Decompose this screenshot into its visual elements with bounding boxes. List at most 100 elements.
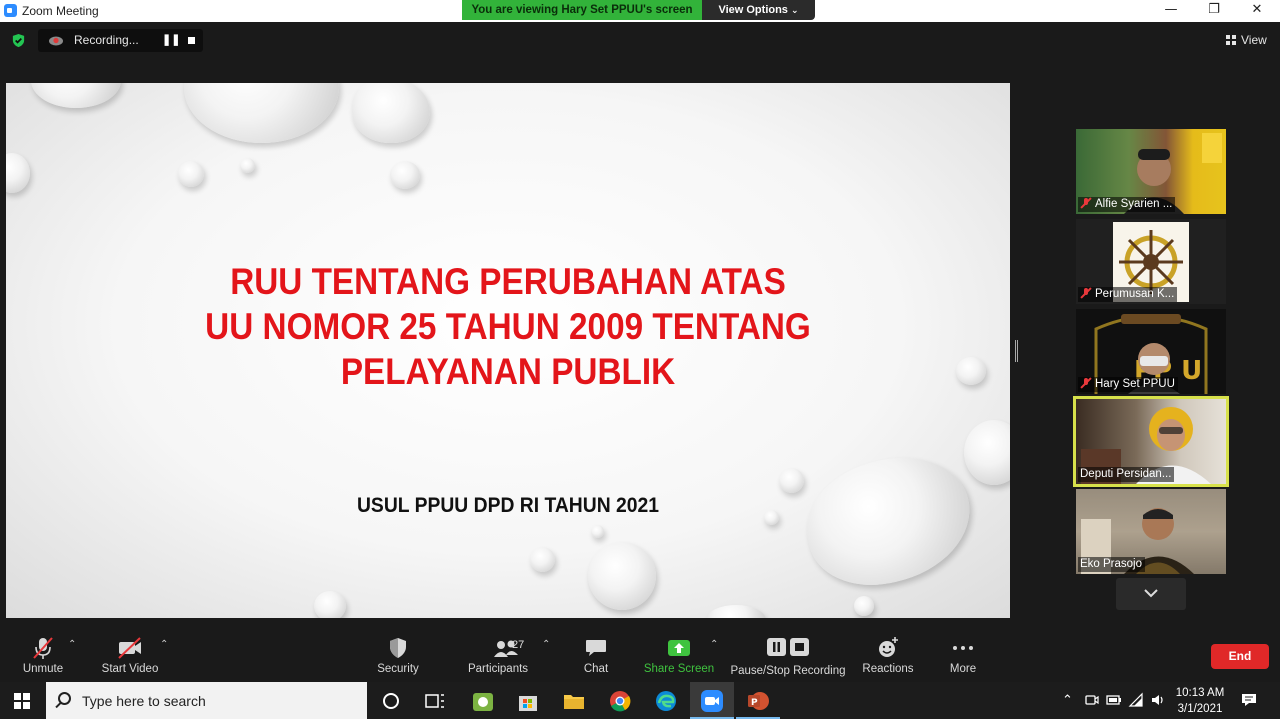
wifi-icon[interactable] bbox=[1128, 692, 1144, 708]
chat-button[interactable]: Chat bbox=[572, 627, 620, 682]
water-drop bbox=[588, 542, 656, 610]
scroll-participants-down-button[interactable] bbox=[1116, 578, 1186, 610]
pause-stop-recording-icon bbox=[767, 638, 809, 656]
close-button[interactable]: ✕ bbox=[1237, 0, 1277, 20]
slide-title-line: RUU TENTANG PERUBAHAN ATAS bbox=[230, 261, 786, 302]
clock-date: 3/1/2021 bbox=[1177, 703, 1223, 715]
video-off-icon bbox=[118, 637, 141, 659]
edge-icon[interactable] bbox=[653, 688, 679, 714]
slide-title-line: UU NOMOR 25 TAHUN 2009 TENTANG bbox=[205, 306, 811, 347]
participants-label: Participants bbox=[467, 663, 529, 675]
slide-title-line: PELAYANAN PUBLIK bbox=[340, 351, 676, 392]
participant-tile[interactable]: Perumusan K... bbox=[1076, 219, 1226, 304]
shield-icon[interactable] bbox=[11, 33, 26, 48]
view-layout-button[interactable]: View bbox=[1226, 33, 1267, 47]
participant-tile-active-speaker[interactable]: Deputi Persidan... bbox=[1073, 396, 1229, 487]
taskbar-search-box[interactable]: Type here to search bbox=[46, 682, 367, 719]
windows-taskbar: Type here to search P ⌃ 10:13 AM 3/1/202… bbox=[0, 682, 1280, 719]
view-options-button[interactable]: View Options ⌄ bbox=[702, 0, 815, 20]
cloud-recording-icon bbox=[49, 36, 63, 46]
view-label: View bbox=[1241, 33, 1267, 47]
end-meeting-button[interactable]: End bbox=[1211, 644, 1269, 669]
pause-stop-recording-button[interactable]: Pause/Stop Recording bbox=[728, 627, 848, 682]
meeting-toolbar: Unmute ⌃ Start Video ⌃ Security 27 Parti… bbox=[0, 627, 1280, 682]
pause-recording-icon[interactable]: ❚❚ bbox=[162, 33, 180, 46]
water-drop bbox=[956, 357, 986, 385]
viewing-screen-banner: You are viewing Hary Set PPUU's screen bbox=[462, 0, 702, 20]
svg-text:P: P bbox=[751, 698, 758, 708]
clock-time: 10:13 AM bbox=[1175, 687, 1225, 699]
share-options-caret-icon[interactable]: ⌃ bbox=[710, 639, 718, 650]
muted-microphone-icon bbox=[33, 637, 53, 659]
panel-resize-handle[interactable] bbox=[1015, 340, 1018, 362]
battery-icon[interactable] bbox=[1106, 694, 1122, 706]
powerpoint-taskbar-button[interactable]: P bbox=[736, 682, 780, 719]
search-icon bbox=[58, 692, 71, 705]
start-video-button[interactable]: Start Video bbox=[96, 627, 164, 682]
chrome-icon[interactable] bbox=[607, 688, 633, 714]
water-drop bbox=[184, 83, 339, 143]
water-drop bbox=[240, 158, 255, 173]
participants-button[interactable]: 27 Participants bbox=[462, 627, 534, 682]
task-view-icon[interactable] bbox=[422, 688, 448, 714]
audio-options-caret-icon[interactable]: ⌃ bbox=[68, 639, 76, 650]
zoom-taskbar-button-active[interactable] bbox=[690, 682, 734, 719]
reactions-label: Reactions bbox=[862, 663, 914, 675]
android-app-icon[interactable] bbox=[470, 688, 496, 714]
more-button[interactable]: More bbox=[940, 627, 986, 682]
start-video-label: Start Video bbox=[101, 663, 159, 675]
participant-tile[interactable]: PP U Hary Set PPUU bbox=[1076, 309, 1226, 394]
water-drop bbox=[779, 468, 804, 493]
water-drop bbox=[530, 547, 555, 572]
show-hidden-icons-chevron[interactable]: ⌃ bbox=[1062, 693, 1073, 708]
windows-start-icon[interactable] bbox=[14, 693, 30, 709]
view-options-label: View Options bbox=[718, 4, 788, 16]
search-placeholder: Type here to search bbox=[82, 693, 206, 709]
reactions-button[interactable]: Reactions bbox=[858, 627, 918, 682]
water-drop bbox=[591, 525, 604, 538]
unmute-label: Unmute bbox=[22, 663, 64, 675]
meet-now-icon[interactable] bbox=[1085, 693, 1099, 707]
zoom-app-icon bbox=[4, 4, 17, 17]
water-drop bbox=[314, 591, 346, 618]
water-drop bbox=[6, 153, 30, 193]
participant-name: Perumusan K... bbox=[1078, 287, 1178, 302]
water-drop bbox=[854, 596, 874, 616]
participants-options-caret-icon[interactable]: ⌃ bbox=[542, 639, 550, 650]
share-screen-button[interactable]: Share Screen bbox=[642, 627, 716, 682]
minimize-button[interactable]: — bbox=[1151, 0, 1191, 20]
window-title: Zoom Meeting bbox=[22, 4, 99, 18]
muted-mic-icon bbox=[1080, 197, 1092, 209]
security-button[interactable]: Security bbox=[370, 627, 426, 682]
more-label: More bbox=[949, 663, 977, 675]
video-options-caret-icon[interactable]: ⌃ bbox=[160, 639, 168, 650]
chevron-down-icon: ⌄ bbox=[791, 6, 799, 16]
grid-icon bbox=[1226, 35, 1236, 45]
water-drop bbox=[178, 161, 204, 187]
participant-tile[interactable]: Alfie Syarien ... bbox=[1076, 129, 1226, 214]
recording-label: Recording... bbox=[74, 33, 139, 47]
muted-mic-icon bbox=[1080, 377, 1092, 389]
chat-icon bbox=[586, 640, 606, 656]
unmute-button[interactable]: Unmute bbox=[14, 627, 72, 682]
share-screen-label: Share Screen bbox=[643, 663, 715, 675]
shield-icon bbox=[390, 638, 406, 658]
slide-title: RUU TENTANG PERUBAHAN ATAS UU NOMOR 25 T… bbox=[56, 259, 960, 394]
restore-button[interactable]: ❐ bbox=[1194, 0, 1234, 20]
volume-icon[interactable] bbox=[1150, 693, 1166, 707]
notifications-icon[interactable] bbox=[1241, 692, 1257, 708]
file-explorer-icon[interactable] bbox=[561, 688, 587, 714]
muted-mic-icon bbox=[1080, 287, 1092, 299]
participant-tile[interactable]: Eko Prasojo bbox=[1076, 489, 1226, 574]
cortana-icon[interactable] bbox=[378, 688, 404, 714]
recording-indicator: Recording... ❚❚ bbox=[38, 29, 203, 52]
chevron-down-icon bbox=[1144, 589, 1158, 598]
microsoft-store-icon[interactable] bbox=[515, 688, 541, 714]
more-dots-icon bbox=[953, 646, 973, 650]
shared-screen-slide: RUU TENTANG PERUBAHAN ATAS UU NOMOR 25 T… bbox=[6, 83, 1010, 618]
stop-recording-icon[interactable] bbox=[188, 37, 195, 44]
participant-name: Eko Prasojo bbox=[1078, 557, 1146, 572]
system-clock[interactable]: 10:13 AM 3/1/2021 bbox=[1170, 685, 1230, 717]
water-drop bbox=[31, 83, 121, 108]
chat-label: Chat bbox=[583, 663, 609, 675]
